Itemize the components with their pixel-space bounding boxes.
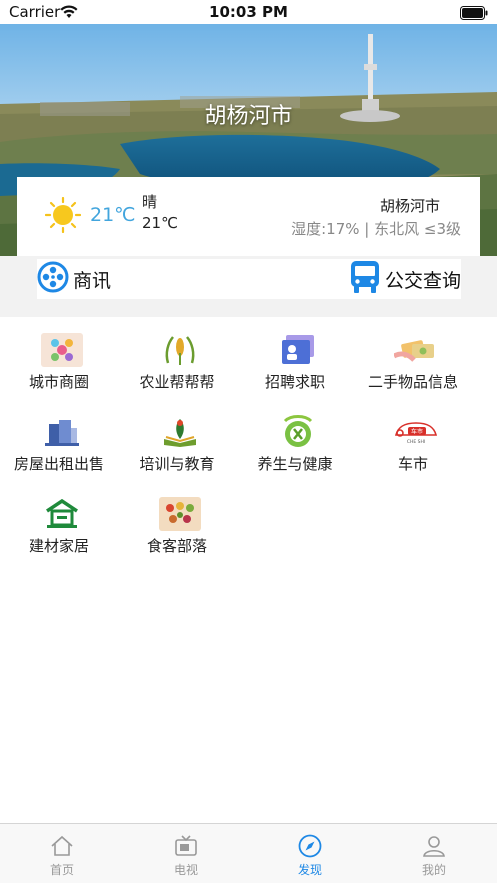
business-news-label: 商讯 [73, 269, 112, 292]
status-bar: Carrier 10:03 PM [0, 0, 497, 24]
tab-label: 首页 [49, 863, 74, 877]
category-label: 培训与教育 [139, 455, 215, 473]
tv-icon [174, 834, 198, 858]
quick-links-container: 商讯 公交查询 [37, 259, 461, 299]
category-food[interactable]: 食客部落 [118, 494, 242, 564]
category-health[interactable]: 养生与健康 [236, 412, 360, 482]
tab-bar: 首页 电视 发现 我的 [0, 823, 497, 883]
category-car-market[interactable]: 车市 CHE SHI 车市 [354, 412, 478, 482]
category-agriculture[interactable]: 农业帮帮帮 [118, 330, 242, 400]
category-label: 车市 [397, 455, 428, 473]
tab-label: 我的 [421, 863, 446, 877]
housing-icon [40, 414, 84, 450]
film-reel-icon [37, 261, 69, 297]
current-temperature: 21℃ [90, 204, 136, 226]
person-icon [422, 834, 446, 858]
tab-label: 发现 [297, 863, 322, 877]
home-icon [50, 834, 74, 858]
secondhand-icon [394, 332, 438, 368]
compass-icon [298, 834, 322, 858]
clock: 10:03 PM [209, 3, 288, 21]
category-education[interactable]: 培训与教育 [118, 412, 242, 482]
sun-icon [44, 196, 82, 237]
city-business-icon [40, 332, 84, 368]
category-city-business[interactable]: 城市商圈 [0, 330, 124, 400]
tab-label: 电视 [173, 863, 198, 877]
category-building-materials[interactable]: 建材家居 [0, 494, 124, 564]
battery-icon [460, 5, 488, 24]
category-label: 二手物品信息 [367, 373, 458, 391]
car-market-logo-subtext: CHE SHI [407, 439, 425, 445]
tab-home[interactable]: 首页 [0, 824, 124, 884]
agriculture-icon [158, 332, 202, 368]
weather-card[interactable]: 21℃ 晴 21℃ 胡杨河市 湿度:17% | 东北风 ≤3级 [17, 177, 480, 256]
bus-query-link[interactable]: 公交查询 [349, 259, 461, 299]
car-market-logo-text: 车市 [411, 428, 423, 436]
category-label: 食客部落 [146, 537, 207, 555]
recruitment-icon [276, 332, 320, 368]
car-market-icon: 车市 CHE SHI [394, 414, 438, 450]
banner-title: 胡杨河市 [204, 104, 293, 129]
tab-tv[interactable]: 电视 [124, 824, 248, 884]
category-housing[interactable]: 房屋出租出售 [0, 412, 124, 482]
business-news-link[interactable]: 商讯 [37, 259, 111, 299]
tab-me[interactable]: 我的 [372, 824, 496, 884]
category-label: 城市商圈 [28, 373, 89, 391]
category-secondhand[interactable]: 二手物品信息 [354, 330, 478, 400]
category-label: 建材家居 [28, 537, 89, 555]
category-recruitment[interactable]: 招聘求职 [236, 330, 360, 400]
education-icon [158, 414, 202, 450]
category-label: 招聘求职 [264, 373, 325, 391]
food-icon [158, 496, 202, 532]
tab-discover[interactable]: 发现 [248, 824, 372, 884]
bus-query-label: 公交查询 [384, 269, 461, 292]
quick-links-bar: 商讯 公交查询 [0, 256, 497, 317]
category-label: 养生与健康 [257, 455, 333, 473]
bus-icon [349, 260, 381, 298]
city-name: 胡杨河市 [379, 197, 440, 215]
category-label: 房屋出租出售 [13, 455, 104, 473]
building-materials-icon [40, 496, 84, 532]
weather-condition: 晴 [142, 193, 158, 211]
weather-details: 湿度:17% | 东北风 ≤3级 [291, 220, 461, 238]
temperature-range: 21℃ [142, 214, 178, 232]
health-icon [276, 414, 320, 450]
category-label: 农业帮帮帮 [139, 373, 215, 391]
